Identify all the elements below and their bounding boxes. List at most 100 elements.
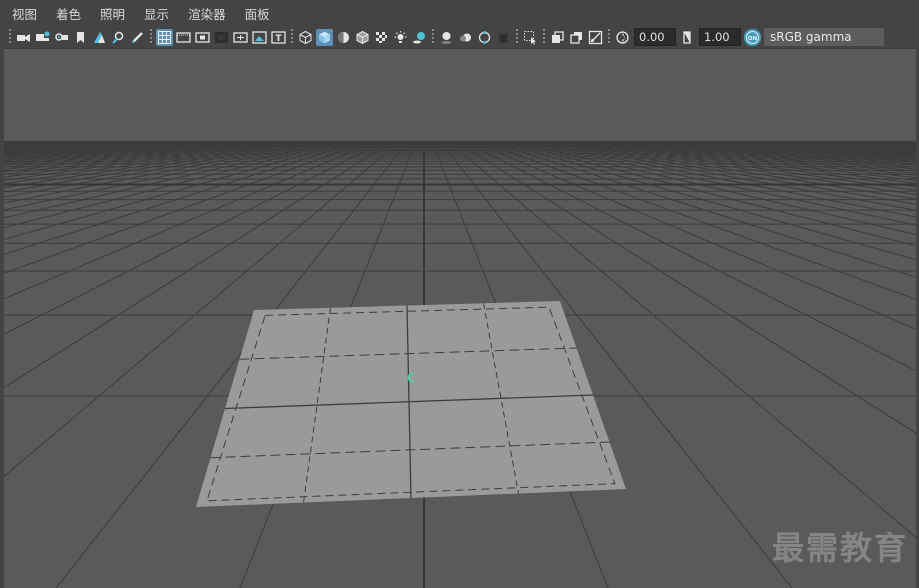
viewport-scene [4,140,916,588]
gamma-icon[interactable] [679,29,696,46]
grid-line [4,140,192,159]
grid-line [4,140,152,153]
grid-line [777,140,916,150]
safe-title-icon[interactable]: T [270,29,287,46]
default-material-icon[interactable] [335,29,352,46]
grid-line [728,140,916,155]
menu-shading[interactable]: 着色 [44,4,88,23]
polygon-plane[interactable] [196,301,626,507]
menu-lighting[interactable]: 照明 [88,4,132,23]
xray-joints-icon[interactable] [587,29,604,46]
grid-line [592,140,916,181]
grid-line [576,140,916,188]
grid-line [4,140,104,149]
grid-line [4,140,112,149]
maya-viewport-panel: 视图 着色 照明 显示 渲染器 面板 T 0.00 1.00 ON sRGB g… [0,0,919,588]
grid-line [744,140,916,153]
isolate-select-icon[interactable] [522,29,539,46]
grid-toggle-icon[interactable] [156,28,173,46]
3d-viewport[interactable]: C 最需教育 [4,48,916,588]
toolbar-separator [543,29,545,45]
camera-attributes-icon[interactable] [34,29,51,46]
grid-line [4,140,168,155]
toolbar-separator [291,29,293,45]
grid-line [4,140,31,144]
grid-line [600,140,916,179]
xray-active-components-icon[interactable] [568,29,585,46]
grid-line [4,140,200,160]
grease-pencil-icon[interactable] [129,29,146,46]
panel-toolbar: T 0.00 1.00 ON sRGB gamma [0,26,919,48]
film-gate-icon[interactable] [175,29,192,46]
gamma-field[interactable]: 1.00 [699,28,741,46]
grid-line [881,140,916,144]
2d-pan-zoom-icon[interactable] [110,29,127,46]
grid-line [568,140,916,191]
grid-line [720,140,916,156]
xray-icon[interactable] [549,29,566,46]
grid-line [752,140,916,152]
grid-line [4,140,264,175]
shadows-icon[interactable] [411,29,428,46]
grid-line [793,140,916,149]
bookmark-camera-icon[interactable] [53,29,70,46]
svg-text:T: T [275,34,282,44]
panel-menu-bar: 视图 着色 照明 显示 渲染器 面板 [0,0,919,26]
textured-icon[interactable] [373,29,390,46]
toolbar-separator [9,29,11,45]
exposure-field[interactable]: 0.00 [634,28,676,46]
grid-line [536,140,916,211]
grid-line [4,140,120,150]
grid-line [680,140,916,161]
menu-show[interactable]: 显示 [132,4,176,23]
grid-line [817,140,916,147]
wireframe-on-shaded-icon[interactable] [354,29,371,46]
depth-of-field-icon[interactable] [495,29,512,46]
grid-line [4,140,208,161]
grid-line [704,140,916,158]
watermark-text: 最需教育 [771,529,908,567]
image-plane-icon[interactable] [91,29,108,46]
resolution-gate-icon[interactable] [194,29,211,46]
grid-line [528,140,916,218]
view-transform-select[interactable]: sRGB gamma [764,28,884,46]
use-all-lights-icon[interactable] [392,29,409,46]
menu-renderer[interactable]: 渲染器 [176,4,233,23]
grid-line [4,140,184,158]
select-camera-icon[interactable] [15,29,32,46]
grid-line [4,140,79,147]
toolbar-separator [432,29,434,45]
gate-mask-icon[interactable] [213,29,230,46]
grid-line [809,140,916,148]
grid-line [4,140,7,143]
menu-view[interactable]: 视图 [0,4,44,23]
plane-label: C [407,371,415,385]
grid-line [648,140,916,167]
menu-panels[interactable]: 面板 [233,4,277,23]
grid-line [712,140,916,157]
smooth-shade-cube-icon[interactable] [316,28,333,46]
grid-line [696,140,916,159]
multisample-aa-icon[interactable] [476,29,493,46]
screen-space-ao-icon[interactable] [438,29,455,46]
grid-line [544,140,916,205]
field-chart-icon[interactable] [232,29,249,46]
grid-line [4,140,144,152]
grid-line [584,140,916,184]
motion-blur-icon[interactable] [457,29,474,46]
svg-text:ON: ON [748,35,758,41]
grid-line [656,140,916,165]
bookmark-icon[interactable] [72,29,89,46]
grid-line [672,140,916,162]
grid-line [4,140,232,166]
safe-action-icon[interactable] [251,29,268,46]
grid-line [736,140,916,154]
toolbar-separator [608,29,610,45]
exposure-icon[interactable] [614,29,631,46]
grid-line [560,140,916,195]
grid-line [873,140,916,144]
grid-line [769,140,916,151]
color-management-icon[interactable]: ON [744,28,761,46]
wireframe-cube-icon[interactable] [297,29,314,46]
toolbar-separator [150,29,152,45]
